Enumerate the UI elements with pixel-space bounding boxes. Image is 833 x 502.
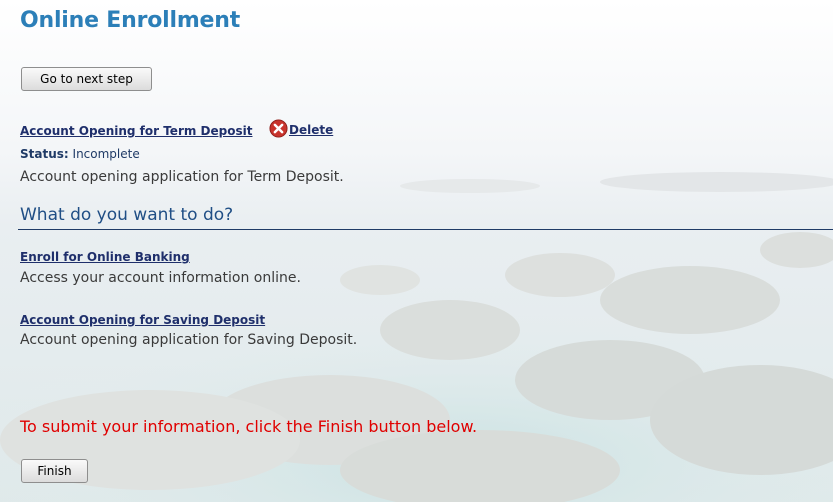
online-banking-description: Access your account information online.	[20, 270, 301, 286]
term-deposit-link[interactable]: Account Opening for Term Deposit	[20, 124, 252, 138]
status-value: Incomplete	[72, 147, 140, 161]
section-heading: What do you want to do?	[20, 205, 234, 225]
enrollment-page: Online Enrollment Go to next step Accoun…	[0, 0, 833, 502]
page-title: Online Enrollment	[20, 8, 241, 33]
delete-action[interactable]: Delete	[269, 119, 333, 138]
status-label: Status:	[20, 147, 69, 161]
delete-circle-icon[interactable]	[269, 119, 288, 138]
submit-instruction: To submit your information, click the Fi…	[20, 417, 478, 436]
saving-deposit-description: Account opening application for Saving D…	[20, 332, 358, 348]
online-banking-link[interactable]: Enroll for Online Banking	[20, 250, 190, 264]
saving-deposit-link[interactable]: Account Opening for Saving Deposit	[20, 313, 265, 327]
finish-button[interactable]: Finish	[21, 459, 88, 483]
status-line: Status: Incomplete	[20, 147, 140, 161]
delete-link[interactable]: Delete	[289, 123, 333, 138]
term-deposit-description: Account opening application for Term Dep…	[20, 169, 344, 185]
next-step-button[interactable]: Go to next step	[21, 67, 152, 91]
section-divider	[18, 229, 833, 230]
